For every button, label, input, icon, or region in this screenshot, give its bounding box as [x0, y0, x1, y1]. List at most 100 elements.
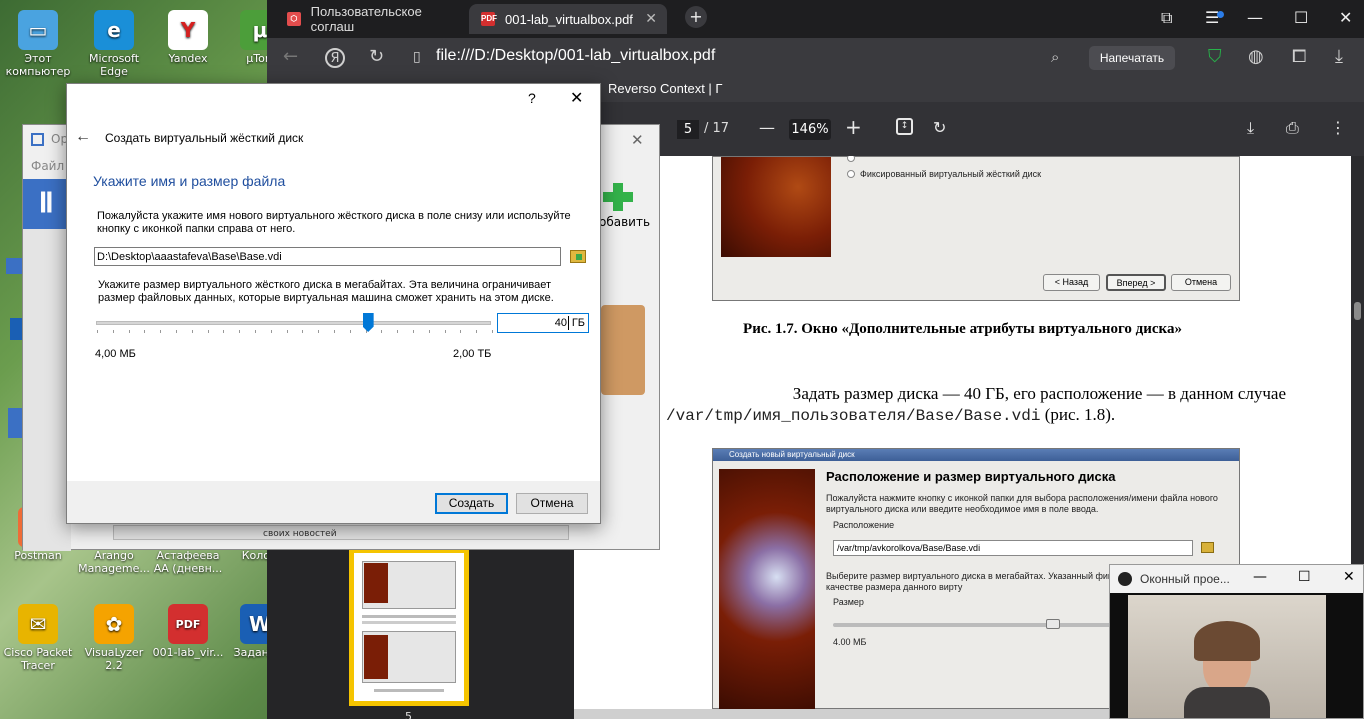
- desktop-icon[interactable]: Y Yandex: [150, 10, 226, 65]
- maximize-button[interactable]: ☐: [1294, 8, 1308, 27]
- desktop-icon[interactable]: e Microsoft Edge: [76, 10, 152, 78]
- size-unit: ГБ: [571, 317, 585, 329]
- virtualbox-icon: [31, 133, 44, 146]
- zoom-search-icon[interactable]: ⌕: [1051, 48, 1059, 66]
- fit-page-icon[interactable]: ↕: [896, 118, 913, 135]
- menu-icon[interactable]: ☰: [1205, 8, 1219, 27]
- slider-min-label: 4,00 МБ: [95, 348, 136, 360]
- add-label[interactable]: обавить: [599, 215, 650, 229]
- print-icon[interactable]: ⎙: [1286, 118, 1299, 138]
- desktop-app-icon: e: [94, 10, 134, 50]
- reload-icon[interactable]: ↻: [369, 46, 384, 67]
- app-shortcut-icon[interactable]: [10, 318, 22, 340]
- print-button[interactable]: Напечатать: [1089, 46, 1175, 70]
- maximize-button[interactable]: ☐: [1298, 569, 1311, 585]
- collections-icon[interactable]: ⧉: [1161, 8, 1172, 28]
- desktop-app-icon: Y: [168, 10, 208, 50]
- radio-dynamic: [847, 156, 860, 163]
- slider-tick: [460, 330, 462, 333]
- size-slider-thumb[interactable]: [362, 313, 374, 332]
- back-arrow-icon[interactable]: ←: [75, 128, 91, 146]
- create-virtual-disk-dialog: ? ✕ ← Создать виртуальный жёсткий диск У…: [66, 83, 601, 524]
- minimize-button[interactable]: —: [1253, 569, 1267, 585]
- file-path-input[interactable]: [94, 247, 561, 266]
- slider-tick: [97, 330, 98, 333]
- slider-tick: [428, 330, 430, 333]
- shield-icon: ⬡: [287, 12, 301, 26]
- page-number-input[interactable]: 5: [677, 120, 699, 139]
- add-icon[interactable]: [603, 183, 633, 211]
- size-input[interactable]: 40 ГБ: [497, 313, 589, 333]
- desktop-icon-label: Microsoft Edge: [88, 52, 140, 78]
- create-button[interactable]: Создать: [435, 493, 508, 514]
- folder-icon[interactable]: [570, 250, 586, 263]
- fig-back-button: < Назад: [1043, 274, 1100, 291]
- tab-user-agreement[interactable]: ⬡ Пользовательское соглаш: [275, 4, 465, 34]
- slider-tick: [302, 330, 304, 333]
- close-window-button[interactable]: ✕: [1339, 8, 1352, 27]
- size-value: 40: [554, 317, 567, 329]
- page-thumbnail[interactable]: [349, 548, 469, 706]
- close-dialog-icon[interactable]: ✕: [570, 88, 583, 108]
- tools-icon: ǁ: [39, 189, 54, 214]
- help-button[interactable]: ?: [528, 90, 536, 106]
- slider-tick: [286, 330, 288, 333]
- app-shortcut-icon[interactable]: [8, 408, 22, 438]
- bookmark-reverso[interactable]: Reverso Context | Г: [608, 81, 722, 96]
- slider-tick: [112, 330, 114, 333]
- fig-size-label: Размер: [833, 597, 864, 607]
- yandex-logo-icon[interactable]: Я: [325, 48, 345, 68]
- close-icon[interactable]: ✕: [631, 131, 644, 149]
- tab-pdf[interactable]: PDF 001-lab_virtualbox.pdf ✕: [469, 4, 667, 34]
- vbox-shortcut-icon[interactable]: [6, 258, 22, 274]
- rotate-icon[interactable]: ↻: [933, 118, 946, 137]
- virtualbox-logo-image: [721, 157, 831, 257]
- fig-title-bar: Создать новый виртуальный диск: [713, 449, 1239, 461]
- desktop-icon[interactable]: ▭ Этот компьютер: [0, 10, 76, 78]
- back-arrow-icon[interactable]: ←: [283, 46, 298, 67]
- figure-caption: Рис. 1.7. Окно «Дополнительные атрибуты …: [743, 321, 1182, 337]
- slider-tick: [444, 330, 446, 333]
- downloads-icon[interactable]: ⤓: [1335, 46, 1343, 67]
- download-icon[interactable]: ⤓: [1247, 118, 1254, 138]
- slider-tick: [207, 330, 209, 333]
- slider-tick: [334, 330, 335, 333]
- body-text-path: /var/tmp/имя_пользователя/Base/Base.vdi …: [666, 405, 1116, 425]
- protect-shield-icon[interactable]: ⛉: [1208, 46, 1222, 67]
- desktop-icon[interactable]: PDF 001-lab_vir...: [150, 604, 226, 659]
- desktop-icon[interactable]: ✿ VisuaLyzer 2.2: [76, 604, 152, 672]
- tab-title: Пользовательское соглаш: [310, 4, 422, 34]
- new-tab-button[interactable]: +: [685, 6, 707, 28]
- slider-tick: [223, 330, 225, 333]
- alice-icon[interactable]: ◍: [1248, 46, 1264, 67]
- more-options-icon[interactable]: ⋮: [1330, 118, 1346, 137]
- close-window-button[interactable]: ✕: [1343, 569, 1355, 585]
- fig-text: Пожалуйста нажмите кнопку с иконкой папк…: [826, 493, 1218, 514]
- slider-tick: [349, 330, 351, 333]
- desktop-icon-label: Yandex: [168, 52, 208, 65]
- scrollbar-thumb[interactable]: [1354, 302, 1361, 320]
- menu-file[interactable]: Файл: [31, 159, 64, 173]
- desktop-icon-label: Этот компьютер: [5, 52, 71, 78]
- zoom-level[interactable]: 146%: [789, 119, 831, 140]
- desktop-icon-label: Arango Manageme...: [78, 549, 150, 575]
- name-description: Пожалуйста укажите имя нового виртуально…: [97, 210, 571, 235]
- shoulders-image: [1184, 687, 1270, 718]
- minimize-button[interactable]: —: [1247, 8, 1263, 27]
- navigation-bar: ← Я ↻ ▯ file:///D:/Desktop/001-lab_virtu…: [267, 38, 1364, 78]
- size-slider-track[interactable]: [96, 321, 491, 325]
- slider-tick: [128, 330, 130, 333]
- body-text: Задать размер диска — 40 ГБ, его располо…: [792, 384, 1286, 403]
- zoom-in-icon[interactable]: +: [845, 115, 862, 139]
- radio-fixed: Фиксированный виртуальный жёсткий диск: [847, 169, 1041, 179]
- tools-item[interactable]: ǁ: [23, 179, 71, 229]
- desktop-icon[interactable]: ✉ Cisco Packet Tracer: [0, 604, 76, 672]
- cancel-button[interactable]: Отмена: [516, 493, 588, 514]
- extensions-icon[interactable]: ⧠: [1292, 46, 1306, 67]
- slider-tick: [318, 330, 320, 333]
- pdf-icon: PDF: [481, 12, 497, 26]
- zoom-out-icon[interactable]: —: [759, 118, 775, 137]
- close-tab-icon[interactable]: ✕: [645, 10, 657, 27]
- address-bar[interactable]: file:///D:/Desktop/001-lab_virtualbox.pd…: [436, 47, 715, 65]
- desktop-app-icon: PDF: [168, 604, 208, 644]
